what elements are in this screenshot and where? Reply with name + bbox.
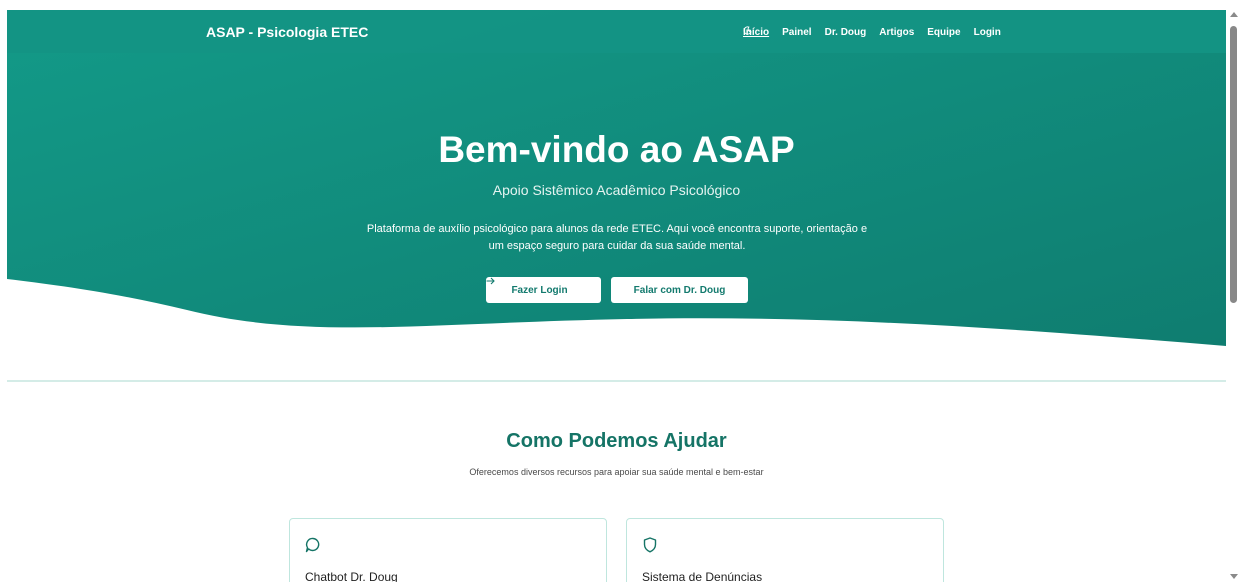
nav-link-dr-doug[interactable]: Dr. Doug (825, 27, 867, 38)
scroll-down-arrow-icon[interactable] (1230, 574, 1238, 579)
login-button-label: Fazer Login (511, 284, 568, 296)
page: ASAP - Psicologia ETEC Início Painel Dr.… (7, 10, 1226, 582)
nav-links: Início Painel Dr. Doug Artigos Equipe Lo… (743, 26, 1035, 38)
scroll-up-arrow-icon[interactable] (1230, 12, 1238, 17)
hero-subtitle: Apoio Sistêmico Acadêmico Psicológico (492, 182, 741, 198)
chat-bubble-icon (304, 536, 322, 554)
hero-section: ASAP - Psicologia ETEC Início Painel Dr.… (7, 10, 1226, 350)
card-title: Sistema de Denúncias (642, 570, 763, 582)
hero-title: Bem-vindo ao ASAP (438, 129, 795, 170)
talk-dr-doug-label: Falar com Dr. Doug (633, 284, 726, 296)
card-sistema-denuncias[interactable]: Sistema de Denúncias (626, 518, 944, 582)
shield-icon (641, 536, 659, 554)
browser-viewport: ASAP - Psicologia ETEC Início Painel Dr.… (0, 0, 1243, 582)
talk-dr-doug-button[interactable]: Falar com Dr. Doug (611, 277, 748, 303)
help-section-title: Como Podemos Ajudar (506, 430, 727, 452)
help-section-subtitle: Oferecemos diversos recursos para apoiar… (469, 467, 764, 477)
scroll-thumb[interactable] (1230, 26, 1237, 303)
hero-description: Plataforma de auxílio psicológico para a… (337, 221, 897, 255)
vertical-scrollbar[interactable] (1226, 10, 1243, 582)
login-button[interactable]: Fazer Login (486, 277, 601, 303)
nav-link-artigos[interactable]: Artigos (879, 27, 914, 38)
nav-link-login[interactable]: Login (974, 27, 1001, 38)
card-title: Chatbot Dr. Doug (305, 570, 398, 582)
hero-description-line: um espaço seguro para cuidar da sua saúd… (488, 240, 746, 252)
section-divider (7, 380, 1226, 382)
navbar: ASAP - Psicologia ETEC Início Painel Dr.… (7, 10, 1226, 53)
brand-logo-text[interactable]: ASAP - Psicologia ETEC (206, 24, 368, 40)
moon-icon[interactable] (743, 26, 1035, 38)
card-chatbot-dr-doug[interactable]: Chatbot Dr. Doug (289, 518, 607, 582)
hero-description-line: Plataforma de auxílio psicológico para a… (366, 223, 868, 235)
nav-link-equipe[interactable]: Equipe (927, 27, 960, 38)
nav-link-painel[interactable]: Painel (782, 27, 811, 38)
